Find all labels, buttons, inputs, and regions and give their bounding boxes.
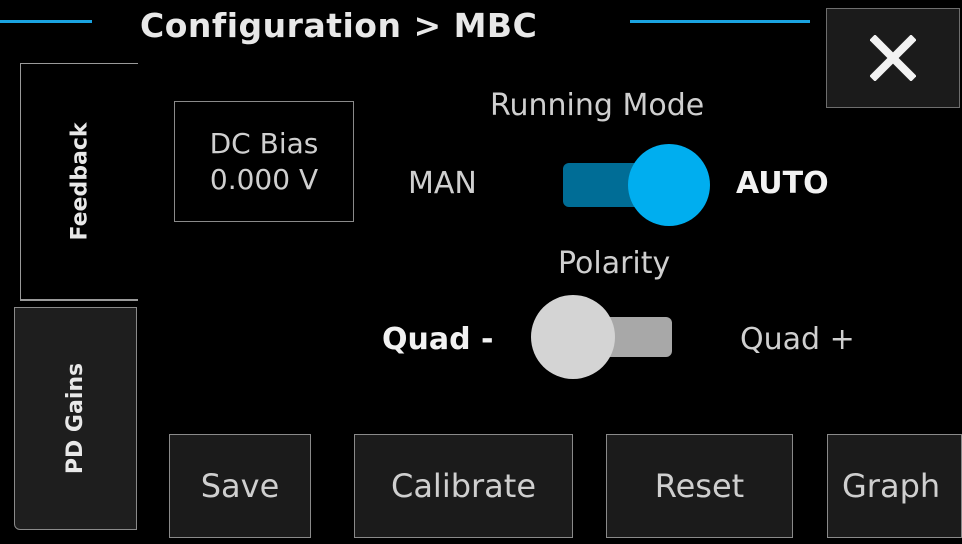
running-mode-on-label: AUTO bbox=[736, 166, 829, 201]
polarity-toggle[interactable] bbox=[528, 293, 676, 381]
close-icon bbox=[870, 35, 916, 81]
tab-feedback[interactable]: Feedback bbox=[20, 63, 138, 300]
tab-divider bbox=[20, 300, 138, 301]
save-button[interactable]: Save bbox=[169, 434, 311, 538]
dc-bias-value: 0.000 V bbox=[209, 162, 319, 196]
calibrate-button[interactable]: Calibrate bbox=[354, 434, 573, 538]
header-accent-line-right bbox=[630, 20, 810, 23]
tab-pd-gains-label: PD Gains bbox=[63, 362, 88, 475]
polarity-label: Polarity bbox=[558, 246, 671, 281]
dc-bias-label: DC Bias bbox=[209, 126, 319, 160]
tab-feedback-label: Feedback bbox=[67, 122, 92, 241]
running-mode-toggle[interactable] bbox=[560, 138, 714, 236]
running-mode-off-label: MAN bbox=[408, 166, 477, 201]
tab-pd-gains[interactable]: PD Gains bbox=[14, 307, 137, 530]
header-accent-line-left bbox=[0, 20, 92, 23]
running-mode-label: Running Mode bbox=[490, 88, 705, 123]
polarity-right-label: Quad + bbox=[740, 322, 855, 357]
polarity-left-label: Quad - bbox=[382, 322, 494, 357]
running-mode-toggle-knob bbox=[628, 144, 710, 226]
dc-bias-readout: DC Bias 0.000 V bbox=[174, 101, 354, 222]
close-button[interactable] bbox=[826, 8, 960, 108]
graph-button[interactable]: Graph bbox=[827, 434, 962, 538]
reset-button[interactable]: Reset bbox=[606, 434, 793, 538]
page-title: Configuration > MBC bbox=[140, 6, 538, 45]
polarity-toggle-knob bbox=[531, 295, 615, 379]
